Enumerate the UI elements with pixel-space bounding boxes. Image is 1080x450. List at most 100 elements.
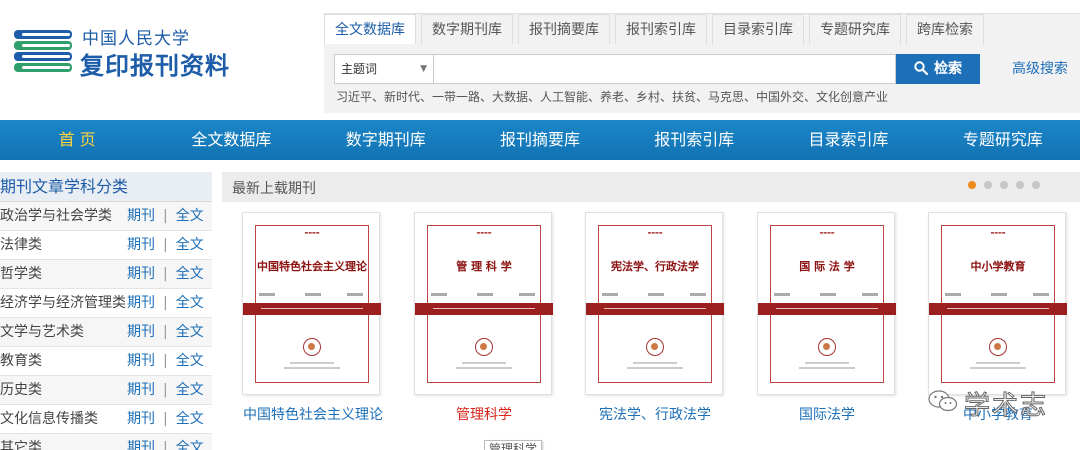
cover-title: 国 际 法 学: [799, 260, 855, 273]
category-links: 期刊 | 全文: [127, 289, 204, 318]
periodical-link[interactable]: 期刊: [127, 324, 155, 340]
carousel-dot[interactable]: [1016, 181, 1024, 189]
category-name[interactable]: 文学与艺术类: [0, 318, 84, 347]
category-name[interactable]: 教育类: [0, 347, 42, 376]
category-links: 期刊 | 全文: [127, 318, 204, 347]
periodical-link[interactable]: 期刊: [127, 411, 155, 427]
category-links: 期刊 | 全文: [127, 376, 204, 405]
fulltext-link[interactable]: 全文: [176, 411, 204, 427]
university-seal-icon: [475, 338, 493, 356]
journal-title-link[interactable]: 管理科学: [414, 404, 554, 424]
journal-cover[interactable]: ▬▬▬▬ 中国特色社会主义理论: [242, 212, 381, 395]
university-seal-icon: [303, 338, 321, 356]
tab-abstracts-db[interactable]: 报刊摘要库: [518, 14, 610, 44]
subject-sidebar: 期刊文章学科分类 政治学与社会学类 期刊 | 全文 法律类 期刊 | 全文 哲学类 期刊 | 全文 经济…: [0, 172, 212, 450]
journal-cover[interactable]: ▬▬▬▬ 中小学教育: [928, 212, 1067, 395]
search-button-label: 检索: [934, 61, 962, 77]
fulltext-link[interactable]: 全文: [176, 266, 204, 282]
university-seal-icon: [989, 338, 1007, 356]
cover-title: 中小学教育: [970, 260, 1026, 273]
periodical-link[interactable]: 期刊: [127, 382, 155, 398]
panel-title: 最新上载期刊: [232, 181, 316, 197]
advanced-search-link[interactable]: 高级搜索: [1012, 58, 1068, 78]
fulltext-link[interactable]: 全文: [176, 353, 204, 369]
fulltext-link[interactable]: 全文: [176, 324, 204, 340]
category-name[interactable]: 法律类: [0, 231, 42, 260]
journal-title-link[interactable]: 中国特色社会主义理论: [243, 404, 383, 424]
cover-frame: ▬▬▬▬ 中国特色社会主义理论: [243, 225, 381, 383]
fulltext-link[interactable]: 全文: [176, 295, 204, 311]
journal-title-link[interactable]: 宪法学、行政法学: [585, 404, 725, 424]
periodical-link[interactable]: 期刊: [127, 295, 155, 311]
periodical-link[interactable]: 期刊: [127, 208, 155, 224]
category-name[interactable]: 文化信息传播类: [0, 405, 98, 434]
link-separator: |: [163, 237, 168, 253]
main-nav: 首 页 全文数据库 数字期刊库 报刊摘要库 报刊索引库 目录索引库 专题研究库: [0, 120, 1080, 160]
tab-index-db[interactable]: 报刊索引库: [615, 14, 707, 44]
tab-cross-db-search[interactable]: 跨库检索: [906, 14, 984, 44]
category-name[interactable]: 政治学与社会学类: [0, 202, 112, 231]
category-row: 其它类 期刊 | 全文: [0, 434, 212, 450]
cover-footer: [976, 362, 1020, 364]
category-name[interactable]: 历史类: [0, 376, 42, 405]
cover-band: [415, 303, 553, 315]
journal-cover[interactable]: ▬▬▬▬ 宪法学、行政法学: [585, 212, 724, 395]
carousel-dot[interactable]: [1032, 181, 1040, 189]
search-tabs: 全文数据库 数字期刊库 报刊摘要库 报刊索引库 目录索引库 专题研究库 跨库检索: [324, 14, 989, 44]
tab-topic-research-db[interactable]: 专题研究库: [809, 14, 901, 44]
cover-frame: ▬▬▬▬ 中小学教育: [929, 225, 1067, 383]
cover-band: [243, 303, 381, 315]
journal-title-link[interactable]: 国际法学: [757, 404, 897, 424]
fulltext-link[interactable]: 全文: [176, 237, 204, 253]
cover-footer: [633, 362, 677, 364]
nav-catalog-index-db[interactable]: 目录索引库: [771, 120, 925, 160]
nav-abstracts-db[interactable]: 报刊摘要库: [463, 120, 617, 160]
wechat-icon: [928, 390, 958, 412]
tab-catalog-index-db[interactable]: 目录索引库: [712, 14, 804, 44]
nav-home[interactable]: 首 页: [0, 120, 154, 160]
link-separator: |: [163, 353, 168, 369]
carousel-dot[interactable]: [968, 181, 976, 189]
cover-meta: [602, 293, 708, 297]
category-name[interactable]: 哲学类: [0, 260, 42, 289]
search-button[interactable]: 检索: [896, 54, 980, 84]
carousel-dot[interactable]: [984, 181, 992, 189]
cover-footer: [805, 362, 849, 364]
nav-fulltext-db[interactable]: 全文数据库: [154, 120, 308, 160]
fulltext-link[interactable]: 全文: [176, 208, 204, 224]
search-scope-select[interactable]: 主题词 ▼: [334, 54, 434, 84]
cover-band: [929, 303, 1067, 315]
cover-meta: [774, 293, 880, 297]
search-input[interactable]: [434, 54, 896, 84]
fulltext-link[interactable]: 全文: [176, 440, 204, 450]
logo-site-name: 复印报刊资料: [80, 52, 230, 80]
cover-band: [586, 303, 724, 315]
journal-cover[interactable]: ▬▬▬▬ 管 理 科 学: [414, 212, 553, 395]
chevron-down-icon: ▼: [420, 64, 427, 74]
category-links: 期刊 | 全文: [127, 231, 204, 260]
cover-footer: [627, 367, 683, 369]
cover-header-mark: ▬▬▬▬: [819, 230, 835, 235]
fulltext-link[interactable]: 全文: [176, 382, 204, 398]
periodical-link[interactable]: 期刊: [127, 353, 155, 369]
hot-keywords[interactable]: 习近平、新时代、一带一路、大数据、人工智能、养老、乡村、扶贫、马克思、中国外交、…: [336, 88, 888, 105]
nav-digital-periodicals[interactable]: 数字期刊库: [309, 120, 463, 160]
tab-digital-periodicals[interactable]: 数字期刊库: [421, 14, 513, 44]
category-name[interactable]: 经济学与经济管理类: [0, 289, 126, 318]
nav-topic-research-db[interactable]: 专题研究库: [926, 120, 1080, 160]
category-row: 经济学与经济管理类 期刊 | 全文: [0, 289, 212, 318]
nav-index-db[interactable]: 报刊索引库: [617, 120, 771, 160]
site-logo[interactable]: 中国人民大学 复印报刊资料: [12, 24, 242, 80]
carousel-dot[interactable]: [1000, 181, 1008, 189]
tab-fulltext-db[interactable]: 全文数据库: [324, 14, 416, 44]
journal-cover[interactable]: ▬▬▬▬ 国 际 法 学: [757, 212, 896, 395]
header: 中国人民大学 复印报刊资料 全文数据库 数字期刊库 报刊摘要库 报刊索引库 目录…: [0, 0, 1080, 120]
periodical-link[interactable]: 期刊: [127, 266, 155, 282]
category-links: 期刊 | 全文: [127, 347, 204, 376]
cover-frame: ▬▬▬▬ 国 际 法 学: [758, 225, 896, 383]
category-name[interactable]: 其它类: [0, 434, 42, 450]
periodical-link[interactable]: 期刊: [127, 237, 155, 253]
cover-footer: [462, 362, 506, 364]
search-row: 主题词 ▼ 检索: [334, 54, 980, 84]
periodical-link[interactable]: 期刊: [127, 440, 155, 450]
